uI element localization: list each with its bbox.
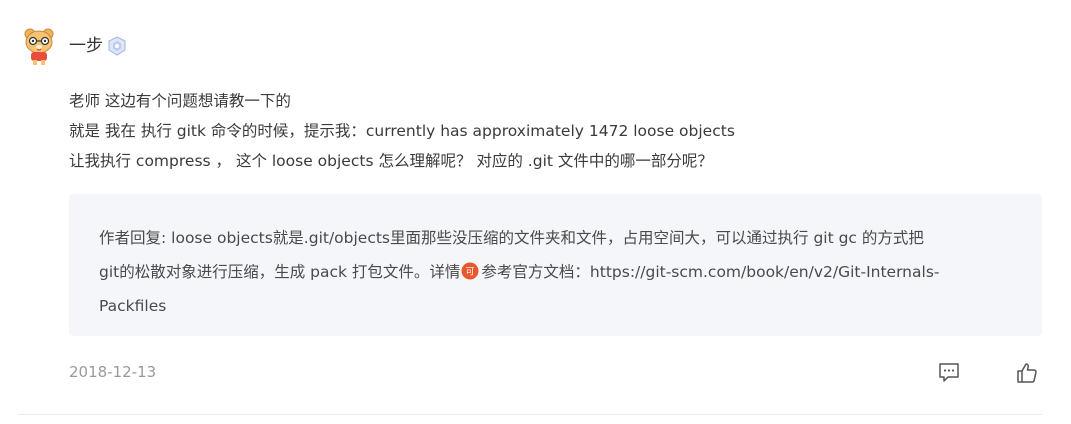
author-name[interactable]: 一步 <box>69 34 103 58</box>
comment-line: 就是 我在 执行 gitk 命令的时候，提示我：currently has ap… <box>69 122 735 140</box>
reply-text-segment: git的松散对象进行压缩，生成 pack 打包文件。详情 <box>99 263 461 281</box>
comment-divider <box>18 414 1042 415</box>
comment-date: 2018-12-13 <box>69 363 157 381</box>
comment-line: 老师 这边有个问题想请教一下的 <box>69 92 291 110</box>
inline-emoji-icon: 可 <box>461 262 479 280</box>
comment-line: 让我执行 compress ， 这个 loose objects 怎么理解呢？ … <box>69 152 713 170</box>
inline-emoji-glyph: 可 <box>466 267 475 278</box>
comment-item: 一步 老师 这边有个问题想请教一下的 就是 我在 执行 gitk 命令的时候，提… <box>0 0 1071 424</box>
author-reply-box: 作者回复: loose objects就是.git/objects里面那些没压缩… <box>69 194 1042 336</box>
reply-line: 作者回复: loose objects就是.git/objects里面那些没压缩… <box>99 229 924 247</box>
thumbs-up-icon[interactable] <box>1015 361 1039 385</box>
reply-link-text[interactable]: 参考官方文档：https://git-scm.com/book/en/v2/Gi… <box>481 263 939 281</box>
author-name-row: 一步 <box>69 34 127 58</box>
reply-line[interactable]: Packfiles <box>99 289 1014 323</box>
comment-content: 老师 这边有个问题想请教一下的 就是 我在 执行 gitk 命令的时候，提示我：… <box>69 86 1029 176</box>
comment-icon[interactable] <box>937 360 961 384</box>
avatar[interactable] <box>20 26 58 66</box>
level-shield-badge-icon <box>108 36 126 56</box>
author-reply-text: 作者回复: loose objects就是.git/objects里面那些没压缩… <box>99 221 1014 323</box>
reply-line: git的松散对象进行压缩，生成 pack 打包文件。详情可参考官方文档：http… <box>99 255 1014 289</box>
